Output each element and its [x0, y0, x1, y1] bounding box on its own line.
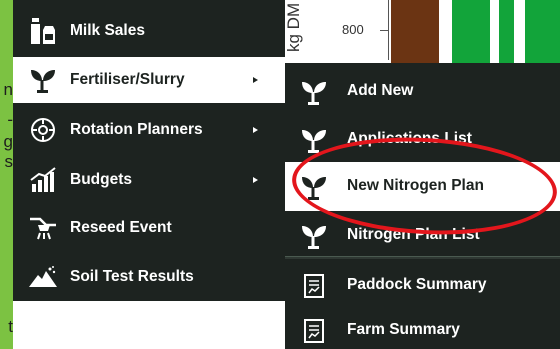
submenu-item-label: Nitrogen Plan List	[347, 226, 480, 243]
submenu-item-label: Add New	[347, 82, 414, 99]
strip-text: -	[7, 110, 13, 129]
left-panel-strip: n - g s t	[0, 0, 13, 349]
chart-bar	[525, 0, 560, 65]
menu-item-label: Budgets	[70, 171, 132, 188]
chevron-right-icon	[253, 77, 258, 83]
chart-tick-label: 800	[342, 22, 364, 37]
seed-drill-icon	[27, 212, 59, 244]
menu-item-reseed-event[interactable]: Reseed Event	[13, 205, 285, 251]
milk-bottles-icon	[27, 15, 59, 47]
strip-text: n	[3, 80, 13, 99]
sprout-icon	[27, 64, 59, 96]
fertiliser-submenu: Add New Applications List New Nitrogen P…	[285, 63, 560, 349]
menu-item-label: Reseed Event	[70, 219, 172, 236]
strip-text: g	[3, 132, 13, 151]
submenu-item-label: Applications List	[347, 130, 472, 147]
submenu-item-applications-list[interactable]: Applications List	[285, 115, 560, 164]
submenu-item-new-nitrogen-plan[interactable]: New Nitrogen Plan	[285, 162, 560, 211]
sprout-icon	[297, 170, 331, 204]
sprout-icon	[297, 123, 331, 157]
submenu-item-label: New Nitrogen Plan	[347, 177, 484, 194]
submenu-item-farm-summary[interactable]: Farm Summary	[285, 306, 560, 349]
menu-item-fertiliser-slurry[interactable]: Fertiliser/Slurry	[13, 57, 285, 103]
budget-chart-icon	[27, 164, 59, 196]
soil-icon	[27, 261, 59, 293]
menu-item-label: Milk Sales	[70, 22, 145, 39]
submenu-item-label: Paddock Summary	[347, 276, 487, 293]
sprout-icon	[297, 219, 331, 253]
chevron-right-icon	[253, 177, 258, 183]
chart-bar	[452, 0, 490, 65]
main-menu: Milk Sales Fertiliser/Slurry Rotation Pl…	[13, 0, 285, 301]
menu-item-label: Soil Test Results	[70, 268, 194, 285]
chart-bar	[391, 0, 439, 65]
sprout-icon	[297, 75, 331, 109]
submenu-item-paddock-summary[interactable]: Paddock Summary	[285, 261, 560, 310]
menu-item-milk-sales[interactable]: Milk Sales	[13, 8, 285, 54]
submenu-item-label: Farm Summary	[347, 321, 460, 338]
rotation-icon	[27, 114, 59, 146]
strip-text: t	[8, 317, 13, 336]
chart-bar	[499, 0, 514, 65]
menu-item-label: Rotation Planners	[70, 121, 203, 138]
report-icon	[297, 269, 331, 303]
chevron-right-icon	[253, 127, 258, 133]
report-icon	[297, 314, 331, 348]
menu-item-label: Fertiliser/Slurry	[70, 71, 185, 88]
menu-item-soil-test-results[interactable]: Soil Test Results	[13, 254, 285, 300]
chart-y-axis	[388, 0, 389, 60]
chart-tick-mark	[380, 30, 388, 31]
menu-item-budgets[interactable]: Budgets	[13, 157, 285, 203]
submenu-divider	[285, 256, 560, 259]
submenu-item-add-new[interactable]: Add New	[285, 67, 560, 116]
menu-item-rotation-planners[interactable]: Rotation Planners	[13, 107, 285, 153]
submenu-item-nitrogen-plan-list[interactable]: Nitrogen Plan List	[285, 211, 560, 260]
strip-text: s	[4, 152, 14, 171]
